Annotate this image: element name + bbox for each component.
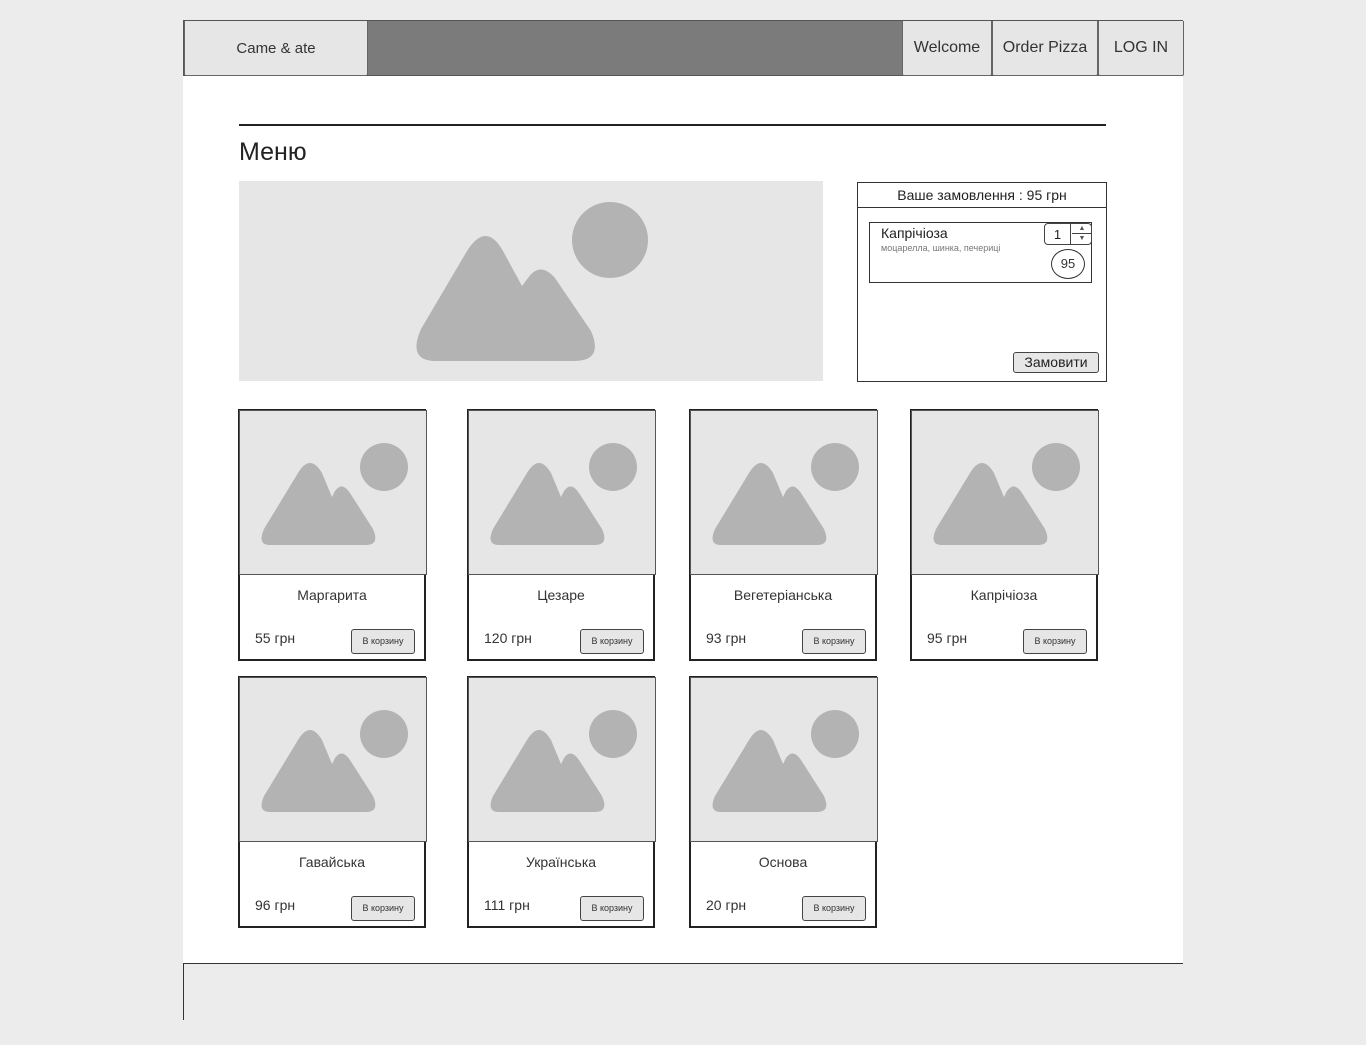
menu-card: Гавайська 96 грн В корзину [238,676,427,928]
nav-login[interactable]: LOG IN [1098,21,1184,76]
nav-order-pizza[interactable]: Order Pizza [992,21,1098,76]
image-placeholder-icon [261,710,408,812]
pizza-name: Гавайська [299,854,365,870]
pizza-image [468,677,656,842]
pizza-image [690,677,878,842]
pizza-price: 96 грн [255,897,296,913]
image-placeholder-icon [261,443,408,545]
order-item: Капрічіоза моцарелла, шинка, печериці 1 … [869,222,1092,283]
order-item-price: 95 [1051,249,1085,279]
pizza-name: Цезаре [537,587,585,603]
pizza-image [468,410,656,575]
hero-image [239,181,823,381]
pizza-image [239,410,427,575]
footer [183,963,1183,1020]
pizza-name: Українська [525,854,597,870]
image-placeholder-icon [490,710,637,812]
page: Came & ate Welcome Order Pizza LOG IN Ме… [183,20,1184,1020]
image-placeholder-icon [712,710,859,812]
pizza-name: Вегетеріанська [733,587,833,603]
add-to-cart-button[interactable]: В корзину [1023,629,1087,654]
nav-welcome[interactable]: Welcome [902,21,992,76]
add-to-cart-button[interactable]: В корзину [802,896,866,921]
image-placeholder-icon [490,443,637,545]
pizza-name: Маргарита [297,587,367,603]
pizza-price: 120 грн [484,630,532,646]
order-item-name: Капрічіоза [881,225,948,241]
image-placeholder-icon [712,443,859,545]
increment-arrow-icon[interactable]: ▲ [1072,224,1092,234]
menu-card: Маргарита 55 грн В корзину [238,409,427,661]
menu-card: Цезаре 120 грн В корзину [467,409,656,661]
pizza-price: 93 грн [706,630,747,646]
pizza-price: 111 грн [484,897,530,913]
pizza-name: Основа [758,854,808,870]
brand-button[interactable]: Came & ate [184,21,368,76]
quantity-stepper[interactable]: 1 ▲ ▼ [1044,223,1092,245]
menu-card: Основа 20 грн В корзину [689,676,878,928]
pizza-image [239,677,427,842]
order-total: Ваше замовлення : 95 грн [858,183,1106,208]
image-placeholder-icon [416,202,648,361]
pizza-price: 95 грн [927,630,968,646]
add-to-cart-button[interactable]: В корзину [351,629,415,654]
submit-order-button[interactable]: Замовити [1013,352,1099,373]
add-to-cart-button[interactable]: В корзину [802,629,866,654]
add-to-cart-button[interactable]: В корзину [351,896,415,921]
decrement-arrow-icon[interactable]: ▼ [1072,234,1092,244]
navbar: Came & ate Welcome Order Pizza LOG IN [183,20,1184,76]
pizza-price: 55 грн [255,630,296,646]
add-to-cart-button[interactable]: В корзину [580,896,644,921]
pizza-price: 20 грн [706,897,747,913]
pizza-name: Капрічіоза [970,587,1038,603]
pizza-image [690,410,878,575]
order-item-ingredients: моцарелла, шинка, печериці [881,243,1001,253]
add-to-cart-button[interactable]: В корзину [580,629,644,654]
menu-card: Капрічіоза 95 грн В корзину [910,409,1099,661]
image-placeholder-icon [933,443,1080,545]
page-title: Меню [239,138,307,166]
pizza-image [911,410,1099,575]
quantity-value[interactable]: 1 [1045,224,1071,244]
title-divider [239,124,1106,126]
order-panel: Ваше замовлення : 95 грн Капрічіоза моца… [857,182,1107,382]
menu-card: Українська 111 грн В корзину [467,676,656,928]
menu-card: Вегетеріанська 93 грн В корзину [689,409,878,661]
